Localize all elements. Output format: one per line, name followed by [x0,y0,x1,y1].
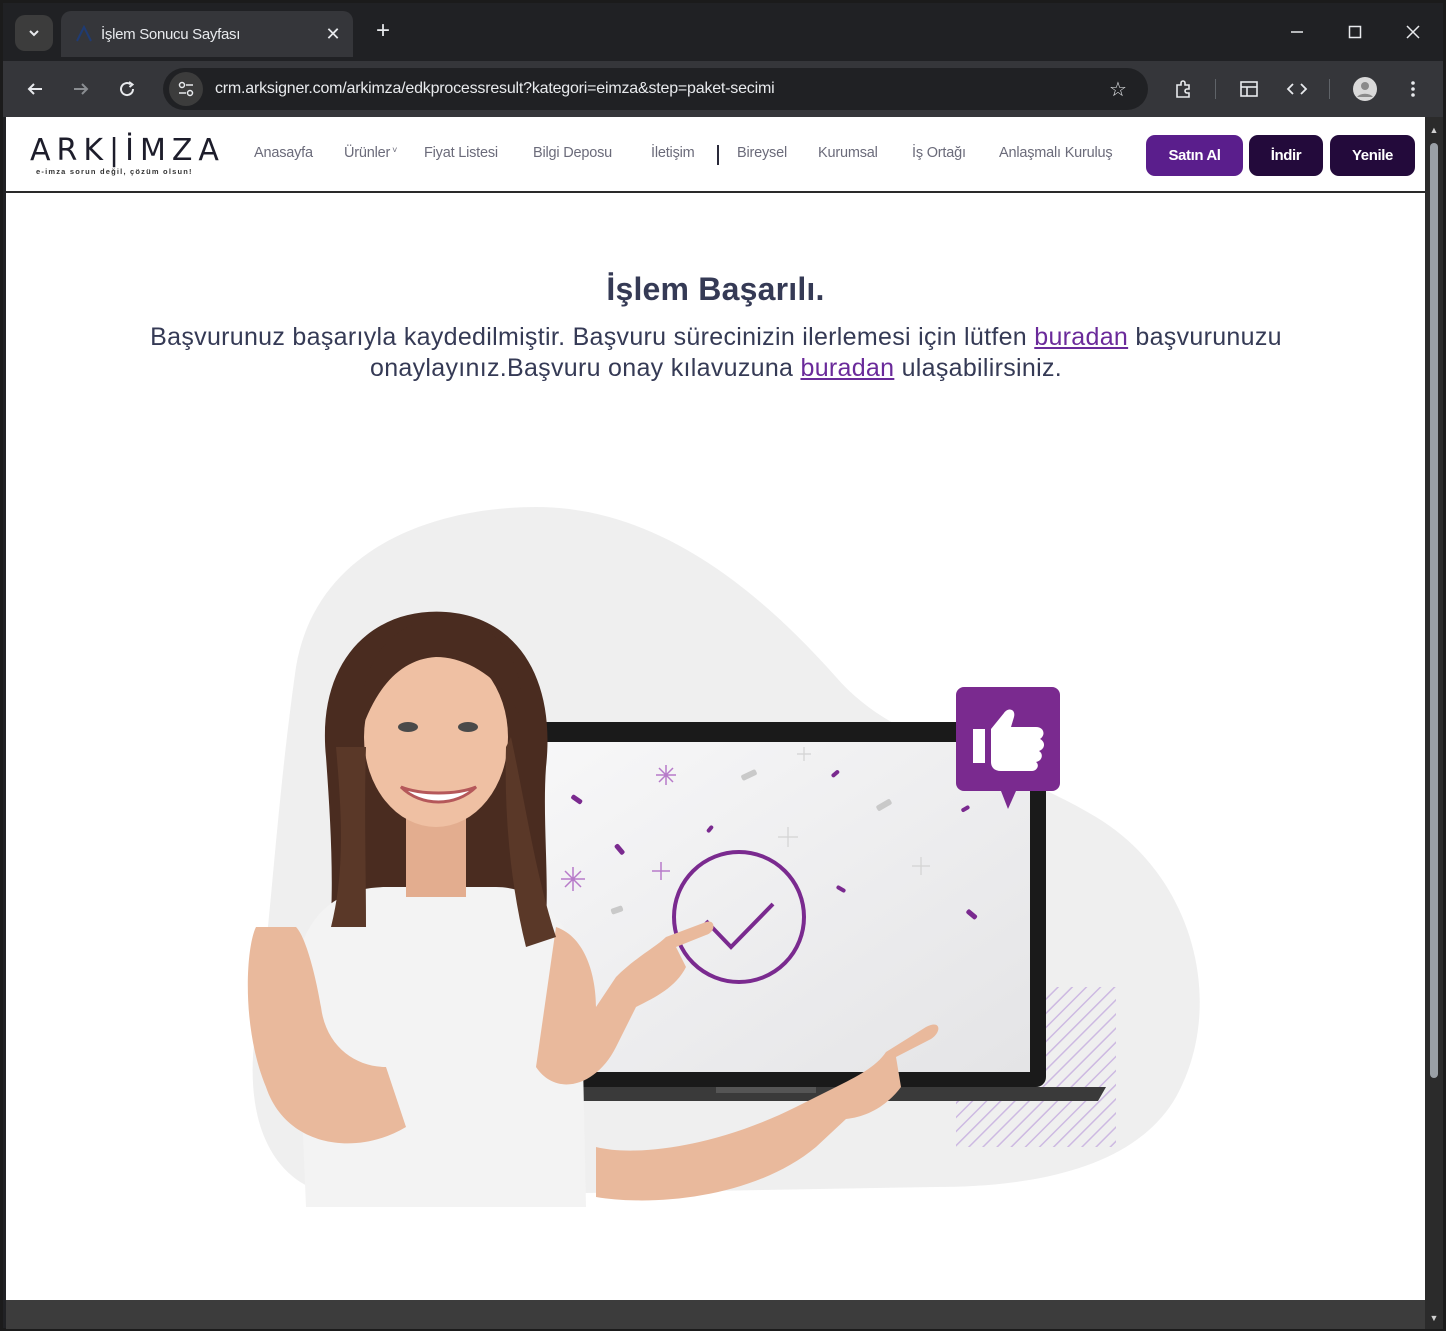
bookmark-star-icon[interactable]: ☆ [1102,73,1134,105]
arkimza-logo[interactable]: ARK|İMZA e-imza sorun değil, çözüm olsun… [30,135,235,179]
download-button[interactable]: İndir [1249,135,1323,176]
nav-divider [717,145,719,165]
horizontal-bar [6,1300,1425,1329]
site-favicon-icon [73,23,95,45]
minimize-icon [1291,31,1303,33]
close-icon [1406,25,1420,39]
active-tab[interactable]: İşlem Sonucu Sayfası ✕ [61,11,353,57]
buy-button[interactable]: Satın Al [1146,135,1243,176]
toolbar-divider [1329,79,1330,99]
nav-fiyat-listesi[interactable]: Fiyat Listesi [424,145,498,167]
success-illustration [247,507,1200,1207]
nav-bilgi-deposu[interactable]: Bilgi Deposu [533,145,612,167]
message-text: ulaşabilirsiniz. [894,354,1063,382]
logo-tagline: e-imza sorun değil, çözüm olsun! [36,167,193,176]
nav-urunler-label: Ürünler [344,145,391,161]
browser-window: İşlem Sonucu Sayfası ✕ + crm.arksigner.c… [0,0,1446,1331]
extensions-icon[interactable] [1167,73,1199,105]
success-message: Başvurunuz başarıyla kaydedilmiştir. Baş… [46,322,1386,384]
tab-strip: İşlem Sonucu Sayfası ✕ + [3,3,1443,61]
nav-iletisim[interactable]: İletişim [651,145,695,167]
page-viewport: ARK|İMZA e-imza sorun değil, çözüm olsun… [6,117,1425,1300]
nav-is-ortagi[interactable]: İş Ortağı [912,145,966,167]
arrow-right-icon [74,83,89,95]
scroll-up-icon[interactable]: ▲ [1429,125,1439,135]
renew-button[interactable]: Yenile [1330,135,1415,176]
chevron-down-icon: ˅ [392,145,398,155]
approve-link[interactable]: buradan [1034,323,1128,351]
new-tab-button[interactable]: + [369,17,397,45]
reload-button[interactable] [111,73,143,105]
tab-close-icon[interactable]: ✕ [319,24,347,45]
nav-kurumsal[interactable]: Kurumsal [818,145,878,167]
arrow-left-icon [27,83,42,95]
page-scrollbar[interactable]: ▲ ▼ [1425,117,1443,1329]
page-title: İşlem Başarılı. [606,271,825,307]
tab-search-button[interactable] [15,15,53,51]
nav-bireysel[interactable]: Bireysel [737,145,787,167]
close-window-button[interactable] [1393,17,1433,47]
profile-avatar-icon[interactable] [1349,73,1381,105]
devtools-code-icon[interactable] [1281,73,1313,105]
reload-icon [120,81,135,97]
back-button[interactable] [19,73,51,105]
browser-toolbar: crm.arksigner.com/arkimza/edkprocessresu… [3,61,1443,117]
nav-urunler[interactable]: Ürünler ˅ [344,145,397,167]
address-bar[interactable]: crm.arksigner.com/arkimza/edkprocessresu… [163,68,1148,110]
logo-wordmark: ARK|İMZA [30,133,225,168]
side-panel-icon[interactable] [1233,73,1265,105]
minimize-button[interactable] [1277,17,1317,47]
guide-link[interactable]: buradan [800,354,894,382]
scrollbar-thumb[interactable] [1430,143,1438,1078]
tab-title: İşlem Sonucu Sayfası [101,25,241,43]
chevron-down-icon [29,30,39,37]
toolbar-divider [1215,79,1216,99]
nav-anasayfa[interactable]: Anasayfa [254,145,313,167]
site-header: ARK|İMZA e-imza sorun değil, çözüm olsun… [6,117,1425,193]
url-text[interactable]: crm.arksigner.com/arkimza/edkprocessresu… [215,80,1102,98]
thumbs-up-icon [956,687,1060,809]
message-text: Başvurunuz başarıyla kaydedilmiştir. Baş… [150,323,1035,351]
maximize-icon [1348,25,1362,39]
forward-button[interactable] [65,73,97,105]
scroll-down-icon[interactable]: ▼ [1429,1313,1439,1323]
maximize-button[interactable] [1335,17,1375,47]
site-settings-icon[interactable] [169,72,203,106]
nav-anlasmali-kurulus[interactable]: Anlaşmalı Kuruluş [999,145,1113,167]
menu-kebab-icon[interactable] [1397,73,1429,105]
